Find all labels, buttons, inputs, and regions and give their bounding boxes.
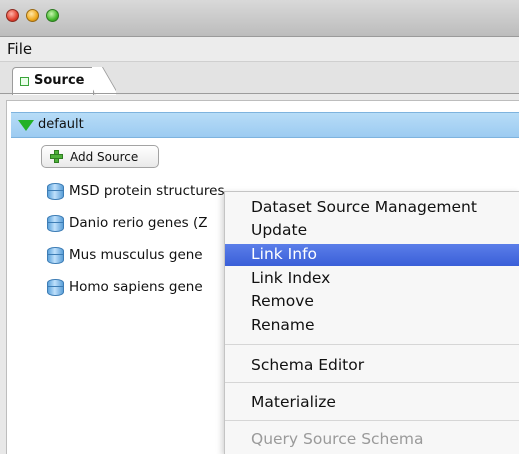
menu-separator: [225, 420, 519, 421]
menu-item-materialize[interactable]: Materialize: [225, 392, 519, 414]
menu-item-link-info[interactable]: Link Info: [225, 244, 519, 266]
menu-file[interactable]: File: [7, 40, 32, 58]
source-tab-icon: [20, 77, 29, 86]
source-label: MSD protein structures: [69, 183, 225, 199]
menu-item-label: Link Info: [251, 245, 318, 263]
source-label: Homo sapiens gene: [69, 279, 203, 295]
tree-group-default[interactable]: default: [11, 112, 519, 138]
menu-item-label: Dataset Source Management: [251, 198, 477, 216]
tab-edge: [92, 67, 116, 95]
menu-bar: File: [0, 37, 519, 62]
tree-group-label: default: [38, 117, 84, 132]
menu-item-label: Remove: [251, 292, 314, 310]
menu-item-label: Update: [251, 221, 308, 239]
tab-source-label: Source: [34, 73, 85, 88]
add-source-label: Add Source: [70, 150, 139, 164]
database-icon: [47, 279, 64, 296]
context-menu: Dataset Source Management Update Link In…: [224, 191, 519, 454]
minimize-window-icon[interactable]: [26, 9, 39, 22]
menu-item-update[interactable]: Update: [225, 220, 519, 242]
tab-strip: Source: [0, 62, 519, 95]
zoom-window-icon[interactable]: [46, 9, 59, 22]
database-icon: [47, 183, 64, 200]
menu-item-label: Schema Editor: [251, 356, 365, 374]
menu-separator: [225, 382, 519, 383]
expand-arrow-icon[interactable]: [18, 120, 34, 131]
menu-item-dataset-source-management[interactable]: Dataset Source Management: [225, 197, 519, 219]
menu-item-label: Link Index: [251, 269, 331, 287]
menu-item-label: Rename: [251, 316, 315, 334]
tab-source[interactable]: Source: [12, 67, 94, 95]
source-label: Danio rerio genes (Z: [69, 215, 208, 231]
add-source-button[interactable]: Add Source: [41, 145, 159, 168]
menu-item-link-index[interactable]: Link Index: [225, 268, 519, 290]
plus-icon: [50, 150, 63, 163]
source-label: Mus musculus gene: [69, 247, 203, 263]
menu-separator: [225, 344, 519, 345]
menu-item-rename[interactable]: Rename: [225, 315, 519, 337]
menu-item-query-source-schema: Query Source Schema: [225, 429, 519, 451]
menu-item-schema-editor[interactable]: Schema Editor: [225, 355, 519, 377]
database-icon: [47, 247, 64, 264]
window-title-bar: [0, 0, 519, 37]
menu-item-label: Query Source Schema: [251, 430, 424, 448]
tab-divider: [0, 93, 519, 94]
database-icon: [47, 215, 64, 232]
menu-item-label: Materialize: [251, 393, 336, 411]
close-window-icon[interactable]: [6, 9, 19, 22]
menu-item-remove[interactable]: Remove: [225, 291, 519, 313]
